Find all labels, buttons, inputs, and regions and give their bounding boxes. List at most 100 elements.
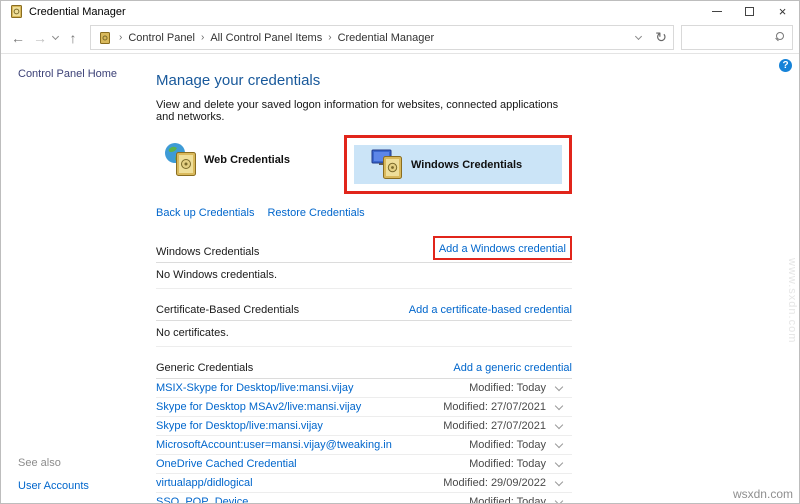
credential-modified: Modified: Today: [469, 496, 546, 504]
navigation-bar: ← → ↑ › Control Panel › All Control Pane…: [1, 22, 799, 54]
credential-modified: Modified: Today: [469, 382, 546, 394]
credential-name-link[interactable]: MicrosoftAccount:user=mansi.vijay@tweaki…: [156, 439, 469, 451]
close-icon: ×: [778, 4, 787, 19]
add-windows-credential-link[interactable]: Add a Windows credential: [439, 243, 566, 255]
maximize-button[interactable]: [733, 1, 766, 22]
credential-row: MicrosoftAccount:user=mansi.vijay@tweaki…: [156, 436, 572, 455]
sidebar: Control Panel Home See also User Account…: [1, 55, 149, 503]
see-also-label: See also: [18, 457, 61, 469]
page-description: View and delete your saved logon informa…: [156, 99, 559, 123]
credential-row: Skype for Desktop MSAv2/live:mansi.vijay…: [156, 398, 572, 417]
windows-credentials-highlight-box: Windows Credentials: [344, 135, 572, 194]
web-credentials-icon: [165, 143, 196, 176]
credential-name-link[interactable]: Skype for Desktop/live:mansi.vijay: [156, 420, 443, 432]
breadcrumb-all-items[interactable]: All Control Panel Items: [210, 32, 322, 44]
breadcrumb-separator: ›: [119, 32, 123, 43]
refresh-icon[interactable]: ↻: [655, 30, 667, 46]
credential-name-link[interactable]: Skype for Desktop MSAv2/live:mansi.vijay: [156, 401, 443, 413]
credential-manager-window: Credential Manager × ← → ↑ › Control Pan…: [0, 0, 800, 504]
corner-watermark: wsxdn.com: [732, 487, 793, 501]
expand-credential-button[interactable]: [546, 420, 572, 429]
search-icon[interactable]: [775, 32, 786, 43]
credential-manager-app-icon: [11, 5, 22, 18]
minimize-icon: [711, 11, 722, 12]
add-windows-credential-highlight-box: Add a Windows credential: [432, 236, 572, 260]
expand-credential-button[interactable]: [546, 496, 572, 503]
credential-modified: Modified: Today: [469, 439, 546, 451]
sidebar-item-user-accounts[interactable]: User Accounts: [18, 480, 89, 492]
breadcrumb-separator: ›: [328, 32, 332, 43]
credential-row: Skype for Desktop/live:mansi.vijay Modif…: [156, 417, 572, 436]
no-certificates-text: No certificates.: [156, 321, 572, 347]
breadcrumb-app-icon: [100, 31, 110, 44]
generic-credentials-section-header: Generic Credentials Add a generic creden…: [156, 362, 572, 379]
chevron-down-icon: [554, 420, 564, 429]
credential-row: MSIX-Skype for Desktop/live:mansi.vijay …: [156, 379, 572, 398]
chevron-down-icon: [554, 458, 564, 467]
titlebar: Credential Manager ×: [1, 1, 799, 22]
add-certificate-credential-link[interactable]: Add a certificate-based credential: [409, 304, 572, 316]
windows-credentials-label: Windows Credentials: [411, 158, 523, 171]
close-button[interactable]: ×: [766, 1, 799, 22]
main-panel: Manage your credentials View and delete …: [156, 55, 572, 504]
windows-credentials-section-title: Windows Credentials: [156, 246, 260, 258]
no-windows-credentials-text: No Windows credentials.: [156, 263, 572, 289]
address-bar[interactable]: › Control Panel › All Control Panel Item…: [90, 25, 674, 50]
chevron-down-icon: [554, 477, 564, 486]
restore-credentials-link[interactable]: Restore Credentials: [267, 207, 364, 219]
credential-name-link[interactable]: MSIX-Skype for Desktop/live:mansi.vijay: [156, 382, 469, 394]
expand-credential-button[interactable]: [546, 477, 572, 486]
breadcrumb-credential-manager[interactable]: Credential Manager: [338, 32, 435, 44]
web-credentials-label: Web Credentials: [204, 153, 290, 166]
search-input[interactable]: [688, 31, 775, 44]
expand-credential-button[interactable]: [546, 439, 572, 448]
credential-row: SSO_POP_Device Modified: Today: [156, 493, 572, 504]
minimize-button[interactable]: [700, 1, 733, 22]
web-credentials-tile[interactable]: Web Credentials: [163, 141, 290, 178]
maximize-icon: [745, 7, 754, 16]
certificate-credentials-section-header: Certificate-Based Credentials Add a cert…: [156, 304, 572, 321]
generic-credentials-section-title: Generic Credentials: [156, 362, 254, 374]
credential-modified: Modified: Today: [469, 458, 546, 470]
windows-credentials-section-header: Windows Credentials Add a Windows creden…: [156, 236, 572, 263]
backup-restore-links: Back up Credentials Restore Credentials: [156, 207, 572, 219]
chevron-down-icon: [554, 439, 564, 448]
credential-row: OneDrive Cached Credential Modified: Tod…: [156, 455, 572, 474]
content-area: ? Control Panel Home See also User Accou…: [1, 55, 799, 503]
expand-credential-button[interactable]: [546, 382, 572, 391]
search-box: [681, 25, 793, 50]
address-dropdown-icon[interactable]: [635, 32, 643, 41]
up-button[interactable]: ↑: [62, 30, 84, 46]
window-title: Credential Manager: [29, 5, 126, 18]
expand-credential-button[interactable]: [546, 458, 572, 467]
side-watermark: www.sxdn.com: [786, 258, 798, 344]
help-icon[interactable]: ?: [779, 59, 792, 72]
chevron-down-icon: [554, 496, 564, 503]
forward-button[interactable]: →: [29, 30, 51, 46]
credential-name-link[interactable]: SSO_POP_Device: [156, 496, 469, 503]
window-controls: ×: [700, 1, 799, 22]
add-generic-credential-link[interactable]: Add a generic credential: [453, 362, 572, 374]
chevron-down-icon: [554, 382, 564, 391]
back-button[interactable]: ←: [7, 30, 29, 46]
sidebar-item-control-panel-home[interactable]: Control Panel Home: [18, 68, 117, 80]
breadcrumb-control-panel[interactable]: Control Panel: [128, 32, 195, 44]
credential-name-link[interactable]: OneDrive Cached Credential: [156, 458, 469, 470]
page-title: Manage your credentials: [156, 72, 321, 89]
chevron-down-icon: [554, 401, 564, 410]
history-dropdown-icon[interactable]: [51, 32, 60, 41]
credential-modified: Modified: 29/09/2022: [443, 477, 546, 489]
breadcrumb-separator: ›: [201, 32, 205, 43]
sidebar-see-also-block: See also User Accounts: [18, 457, 89, 494]
credential-tiles: Web Credentials Windows Credentials: [156, 135, 572, 198]
certificate-credentials-section-title: Certificate-Based Credentials: [156, 304, 300, 316]
backup-credentials-link[interactable]: Back up Credentials: [156, 207, 254, 219]
windows-credentials-icon: [371, 149, 402, 179]
windows-credentials-tile[interactable]: Windows Credentials: [354, 145, 562, 184]
credential-name-link[interactable]: virtualapp/didlogical: [156, 477, 443, 489]
expand-credential-button[interactable]: [546, 401, 572, 410]
credential-row: virtualapp/didlogical Modified: 29/09/20…: [156, 474, 572, 493]
credential-modified: Modified: 27/07/2021: [443, 401, 546, 413]
